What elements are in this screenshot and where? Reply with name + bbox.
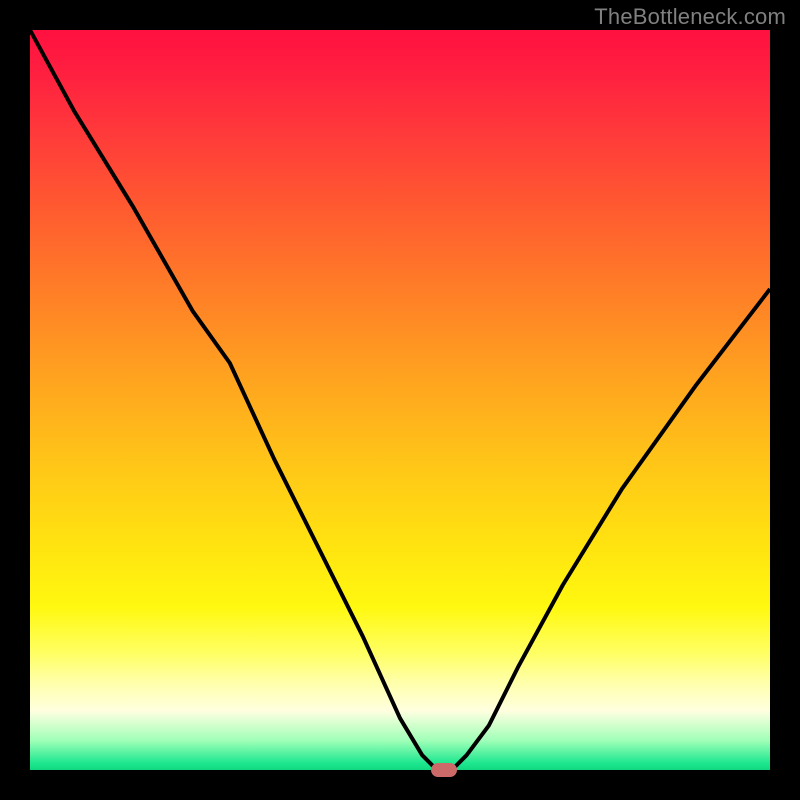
curve-svg <box>30 30 770 770</box>
bottleneck-curve-path <box>30 30 770 770</box>
chart-frame: TheBottleneck.com <box>0 0 800 800</box>
optimum-marker <box>431 763 457 777</box>
plot-area <box>30 30 770 770</box>
watermark-text: TheBottleneck.com <box>594 4 786 30</box>
